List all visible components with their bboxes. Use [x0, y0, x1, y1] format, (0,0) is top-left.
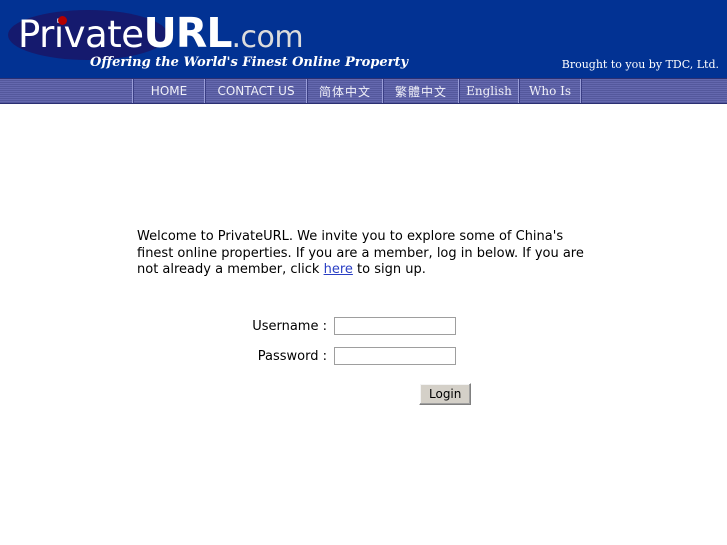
main-navigation-bar: HOME CONTACT US 简体中文 繁體中文 English Who Is [0, 78, 727, 104]
password-input[interactable] [334, 347, 456, 365]
header-credit-text: Brought to you by TDC, Ltd. [561, 58, 719, 71]
password-label: Password : [257, 348, 327, 364]
nav-item-traditional-chinese[interactable]: 繁體中文 [383, 79, 459, 103]
login-form: Username : Password : Login [0, 311, 727, 411]
logo-text-url: URL [143, 9, 233, 57]
nav-right-spacer [581, 79, 727, 103]
logo-text-private: Private [18, 13, 144, 56]
username-label: Username : [252, 318, 327, 334]
signup-here-link[interactable]: here [324, 262, 353, 277]
main-content-area: Welcome to PrivateURL. We invite you to … [0, 104, 727, 545]
username-input[interactable] [334, 317, 456, 335]
nav-item-home[interactable]: HOME [133, 79, 205, 103]
password-row: Password : [0, 341, 727, 371]
welcome-paragraph: Welcome to PrivateURL. We invite you to … [137, 229, 589, 279]
nav-left-spacer [0, 79, 133, 103]
nav-item-who-is[interactable]: Who Is [519, 79, 581, 103]
welcome-text-part-2: to sign up. [352, 262, 426, 277]
login-submit-button[interactable]: Login [419, 383, 472, 405]
login-button-row: Login [0, 371, 727, 411]
header-banner: PrivateURL.com Offering the World's Fine… [0, 0, 727, 78]
nav-item-contact-us[interactable]: CONTACT US [205, 79, 307, 103]
nav-item-simplified-chinese[interactable]: 简体中文 [307, 79, 383, 103]
username-row: Username : [0, 311, 727, 341]
logo-red-dot-icon [58, 16, 67, 25]
logo-text-com: .com [231, 20, 304, 55]
logo-tagline: Offering the World's Finest Online Prope… [90, 55, 409, 70]
nav-item-english[interactable]: English [459, 79, 519, 103]
